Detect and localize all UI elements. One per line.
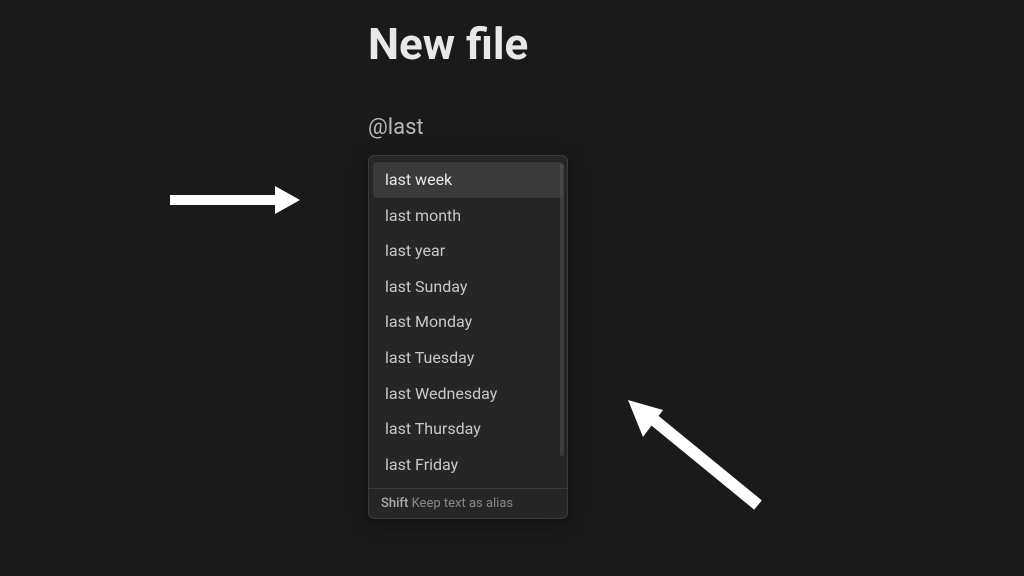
suggestion-item[interactable]: last Tuesday [373, 340, 563, 376]
suggestion-item[interactable]: last Monday [373, 304, 563, 340]
suggestion-item[interactable]: last Wednesday [373, 376, 563, 412]
footer-key: Shift [381, 496, 408, 511]
scrollbar[interactable] [560, 164, 564, 456]
suggestion-item[interactable]: last Friday [373, 447, 563, 483]
annotation-arrow-left [160, 180, 300, 224]
suggestion-popup: last weeklast monthlast yearlast Sundayl… [368, 155, 568, 519]
query-text[interactable]: @last [368, 115, 424, 140]
suggestion-item[interactable]: last Thursday [373, 411, 563, 447]
annotation-arrow-right [618, 395, 768, 519]
suggestion-item[interactable]: last week [373, 162, 563, 198]
suggestion-item[interactable]: last year [373, 233, 563, 269]
suggestion-item[interactable]: last Sunday [373, 269, 563, 305]
suggestion-item[interactable]: last month [373, 198, 563, 234]
suggestion-list: last weeklast monthlast yearlast Sundayl… [369, 156, 567, 488]
popup-footer: Shift Keep text as alias [369, 488, 567, 518]
page-title: New file [368, 18, 528, 70]
footer-hint: Keep text as alias [412, 496, 514, 511]
